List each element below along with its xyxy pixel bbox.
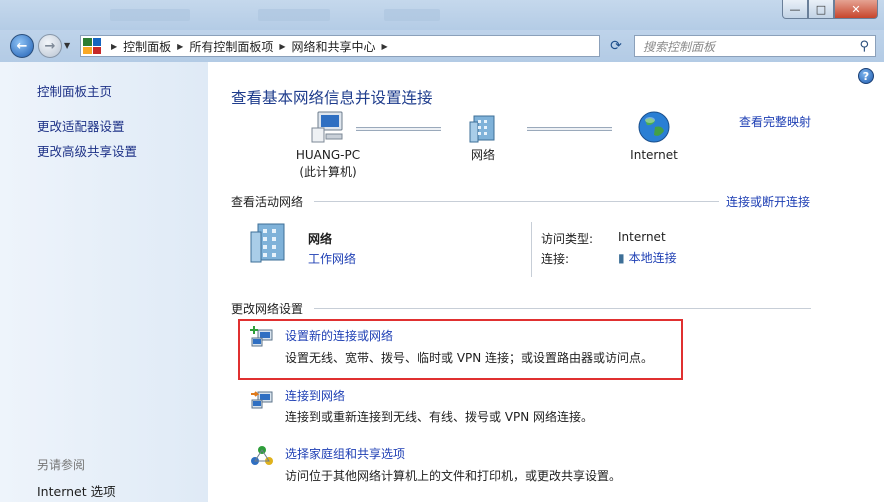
access-type-value: Internet (618, 230, 666, 244)
connection-value[interactable]: ▮ 本地连接 (618, 249, 677, 266)
map-node-network[interactable]: 网络 (453, 110, 513, 164)
divider (314, 308, 811, 309)
title-bar: — □ ✕ (0, 0, 884, 30)
computer-icon (311, 111, 343, 143)
refresh-button[interactable]: ⟳ (604, 35, 628, 57)
recent-pages-dropdown[interactable]: ▼ (64, 41, 70, 50)
title-placeholder (384, 9, 440, 21)
full-map-link[interactable]: 查看完整映射 (739, 113, 811, 130)
chevron-right-icon[interactable]: ▶ (111, 42, 117, 51)
active-network-heading: 查看活动网络 (231, 195, 304, 209)
page-title: 查看基本网络信息并设置连接 (231, 89, 433, 107)
task-connect-network-desc: 连接到或重新连接到无线、有线、拨号或 VPN 网络连接。 (285, 410, 594, 424)
chevron-right-icon[interactable]: ▶ (279, 42, 285, 51)
close-button[interactable]: ✕ (834, 0, 878, 19)
network-type-link[interactable]: 工作网络 (308, 250, 356, 267)
minimize-button[interactable]: — (782, 0, 808, 19)
search-icon: ⚲ (859, 38, 869, 54)
search-input[interactable]: 搜索控制面板 ⚲ (634, 35, 876, 57)
local-connection-link[interactable]: 本地连接 (629, 251, 677, 265)
active-network-name: 网络 (308, 232, 333, 246)
breadcrumb-item[interactable]: 网络和共享中心 (292, 38, 376, 55)
change-settings-heading: 更改网络设置 (231, 302, 304, 316)
main-content: ? 查看基本网络信息并设置连接 查看完整映射 HUANG-PC (此计算机) 网… (208, 62, 884, 502)
task-connect-network[interactable]: 连接到网络 (285, 387, 345, 404)
access-type-label: 访问类型: (541, 232, 594, 246)
arrow-right-icon: → (44, 38, 56, 54)
chevron-right-icon[interactable]: ▶ (382, 42, 388, 51)
network-icon (469, 115, 495, 143)
sidebar-item-advanced-sharing[interactable]: 更改高级共享设置 (37, 141, 137, 160)
connect-disconnect-link[interactable]: 连接或断开连接 (726, 193, 810, 210)
connection-label: 连接: (541, 252, 570, 266)
search-placeholder: 搜索控制面板 (643, 39, 716, 54)
sidebar-item-internet-options[interactable]: Internet 选项 (37, 481, 116, 500)
help-icon[interactable]: ? (858, 68, 874, 84)
task-new-connection-desc: 设置无线、宽带、拨号、临时或 VPN 连接；或设置路由器或访问点。 (285, 351, 654, 365)
address-bar[interactable]: ▶ 控制面板 ▶ 所有控制面板项 ▶ 网络和共享中心 ▶ (80, 35, 600, 57)
network-label: 网络 (470, 148, 495, 162)
map-node-computer[interactable]: HUANG-PC (此计算机) (278, 110, 378, 181)
navigation-bar: ← → ▼ ▶ 控制面板 ▶ 所有控制面板项 ▶ 网络和共享中心 ▶ ⟳ 搜索控… (0, 30, 884, 62)
window-controls: — □ ✕ (782, 0, 878, 19)
new-connection-icon (250, 326, 273, 347)
breadcrumb-item[interactable]: 所有控制面板项 (189, 38, 273, 55)
connection-line (356, 127, 441, 131)
control-panel-icon (83, 38, 101, 54)
connection-line (527, 127, 612, 131)
homegroup-icon (251, 446, 273, 465)
network-building-icon (250, 223, 285, 263)
ethernet-icon: ▮ (618, 251, 625, 265)
chevron-right-icon[interactable]: ▶ (177, 42, 183, 51)
back-button[interactable]: ← (10, 34, 34, 58)
computer-sub: (此计算机) (299, 165, 357, 179)
task-homegroup-desc: 访问位于其他网络计算机上的文件和打印机，或更改共享设置。 (285, 469, 622, 483)
divider (531, 222, 532, 277)
task-new-connection[interactable]: 设置新的连接或网络 (285, 327, 393, 344)
sidebar-item-home[interactable]: 控制面板主页 (37, 81, 112, 100)
see-also-heading: 另请参阅 (37, 458, 86, 472)
divider (314, 201, 719, 202)
sidebar-item-adapter-settings[interactable]: 更改适配器设置 (37, 116, 125, 135)
map-node-internet[interactable]: Internet (623, 110, 685, 164)
globe-icon (638, 111, 670, 143)
forward-button[interactable]: → (38, 34, 62, 58)
title-placeholder (258, 9, 330, 21)
breadcrumb-item[interactable]: 控制面板 (123, 38, 171, 55)
title-placeholder (110, 9, 190, 21)
refresh-icon: ⟳ (610, 38, 622, 54)
maximize-button[interactable]: □ (808, 0, 834, 19)
task-homegroup[interactable]: 选择家庭组和共享选项 (285, 445, 405, 462)
sidebar: 控制面板主页 更改适配器设置 更改高级共享设置 另请参阅 Internet 选项 (0, 62, 208, 502)
computer-name: HUANG-PC (295, 148, 361, 162)
connect-network-icon (251, 391, 273, 409)
internet-label: Internet (630, 148, 678, 162)
arrow-left-icon: ← (16, 38, 28, 54)
